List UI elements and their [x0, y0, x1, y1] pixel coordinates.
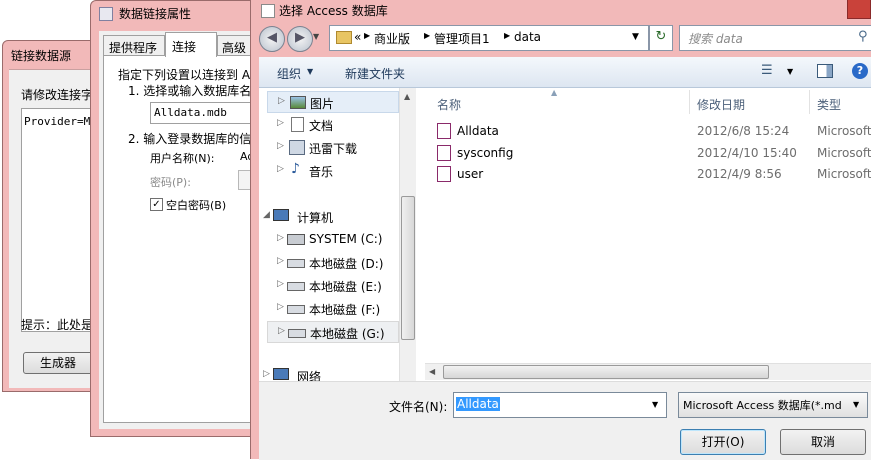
file-type-select[interactable]: Microsoft Access 数据库(*.md ▼: [678, 392, 868, 418]
breadcrumb-separator-icon: ▶: [364, 31, 371, 40]
dialog-body: 组织 ▼ 新建文件夹 ☰ ▼ ? ▷ 图片 ▷ 文档 ▷ 迅雷下载 ▷ ♪ 音乐…: [259, 57, 871, 460]
breadcrumb-item[interactable]: 管理项目1: [434, 30, 490, 47]
documents-icon: [291, 117, 304, 132]
dialog-footer: 文件名(N): Alldata ▼ Microsoft Access 数据库(*…: [259, 381, 871, 460]
preview-pane-icon[interactable]: [817, 64, 833, 78]
filename-dropdown-icon[interactable]: ▼: [652, 400, 658, 409]
column-header-date[interactable]: 修改日期: [691, 90, 810, 114]
drive-icon: [288, 329, 306, 338]
file-row[interactable]: Alldata 2012/6/8 15:24 Microsoft: [437, 121, 871, 141]
sort-indicator-icon: ▲: [551, 88, 558, 97]
network-icon: [273, 368, 289, 380]
window-title: 选择 Access 数据库: [279, 4, 388, 18]
open-button[interactable]: 打开(O): [680, 429, 766, 455]
nav-item-drive-f[interactable]: ▷ 本地磁盘 (F:): [267, 298, 407, 318]
scroll-up-icon[interactable]: ▲: [404, 92, 410, 101]
new-folder-button[interactable]: 新建文件夹: [345, 65, 405, 82]
file-open-dialog: 选择 Access 数据库 ◀ ▶ ▼ « ▶ 商业版 ▶ 管理项目1 ▶ da…: [250, 0, 871, 460]
system-drive-icon: [287, 234, 305, 245]
window-title: 数据链接属性: [119, 7, 192, 21]
view-dropdown-icon[interactable]: ▼: [787, 67, 793, 76]
organize-dropdown-icon: ▼: [307, 67, 314, 76]
back-button[interactable]: ◀: [259, 26, 285, 52]
file-row[interactable]: user 2012/4/9 8:56 Microsoft: [437, 164, 871, 184]
nav-item-music[interactable]: ▷ ♪ 音乐: [267, 160, 407, 180]
horizontal-scrollbar[interactable]: ◀: [425, 363, 871, 380]
file-row[interactable]: sysconfig 2012/4/10 15:40 Microsoft: [437, 143, 871, 163]
instruction-text: 指定下列设置以连接到 A: [118, 68, 251, 82]
column-header-name[interactable]: 名称 ▲: [421, 88, 690, 114]
breadcrumb-item[interactable]: 商业版: [374, 30, 410, 47]
folder-icon: [336, 31, 352, 44]
breadcrumb-item[interactable]: data: [514, 30, 541, 44]
close-button[interactable]: [847, 0, 871, 19]
organize-menu[interactable]: 组织: [277, 65, 301, 82]
breadcrumb-separator-icon: ▶: [504, 31, 511, 40]
address-bar[interactable]: « ▶ 商业版 ▶ 管理项目1 ▶ data ▼: [329, 25, 649, 51]
password-label: 密码(P):: [150, 176, 191, 189]
address-dropdown-icon[interactable]: ▼: [632, 32, 639, 42]
nav-item-downloads[interactable]: ▷ 迅雷下载: [267, 137, 407, 157]
step2-text: 2. 输入登录数据库的信: [128, 132, 252, 146]
nav-item-drive-e[interactable]: ▷ 本地磁盘 (E:): [267, 275, 407, 295]
search-input[interactable]: 搜索 data: [688, 30, 743, 47]
blank-password-label: 空白密码(B): [166, 199, 227, 212]
tab-connection[interactable]: 连接: [165, 32, 217, 57]
refresh-button[interactable]: ↻: [649, 25, 673, 51]
nav-item-computer[interactable]: ◢ 计算机: [259, 206, 399, 226]
scrollbar-thumb[interactable]: [443, 365, 769, 379]
recent-dropdown-icon[interactable]: ▼: [313, 32, 319, 41]
tab-provider[interactable]: 提供程序: [103, 35, 165, 56]
command-bar: 组织 ▼ 新建文件夹 ☰ ▼ ?: [259, 57, 871, 88]
hint-text: 提示：此处是: [21, 318, 94, 332]
help-icon[interactable]: ?: [852, 63, 868, 79]
drive-icon: [287, 282, 305, 291]
client-area: 提供程序 连接 高级 指定下列设置以连接到 A 1. 选择或输入数据库名 All…: [99, 31, 280, 429]
window-title: 链接数据源: [11, 49, 72, 63]
filename-input[interactable]: Alldata ▼: [453, 392, 667, 418]
cancel-button[interactable]: 取消: [780, 429, 866, 455]
prompt-text: 请修改连接字: [21, 88, 94, 102]
database-name-input[interactable]: Alldata.mdb: [150, 102, 262, 124]
scrollbar-thumb[interactable]: [401, 196, 415, 340]
search-icon: ⚲: [858, 29, 868, 44]
drive-icon: [287, 259, 305, 268]
username-label: 用户名称(N):: [150, 152, 215, 165]
nav-item-documents[interactable]: ▷ 文档: [267, 114, 407, 134]
access-file-icon: [437, 145, 451, 161]
column-header-type[interactable]: 类型: [811, 90, 871, 114]
pictures-icon: [290, 96, 306, 109]
window-icon: [99, 7, 113, 21]
navigation-scrollbar[interactable]: ▲ ▼: [399, 88, 416, 393]
scroll-left-icon[interactable]: ◀: [429, 367, 435, 376]
music-icon: ♪: [291, 161, 300, 177]
search-box[interactable]: 搜索 data ⚲: [679, 25, 871, 51]
nav-item-drive-d[interactable]: ▷ 本地磁盘 (D:): [267, 252, 407, 272]
data-link-properties-window: 数据链接属性 提供程序 连接 高级 指定下列设置以连接到 A 1. 选择或输入数…: [90, 0, 280, 437]
connection-string-text: Provider=Mi: [24, 115, 97, 128]
view-options-icon[interactable]: ☰: [761, 63, 773, 78]
access-file-icon: [437, 123, 451, 139]
filename-label: 文件名(N):: [389, 400, 448, 414]
drive-icon: [287, 305, 305, 314]
generator-button[interactable]: 生成器: [23, 352, 93, 374]
computer-icon: [273, 209, 289, 221]
nav-item-pictures[interactable]: ▷ 图片: [267, 91, 399, 113]
breadcrumb-overflow[interactable]: «: [354, 30, 361, 44]
window-icon: [261, 4, 275, 18]
nav-item-drive-g[interactable]: ▷ 本地磁盘 (G:): [267, 321, 399, 343]
forward-button[interactable]: ▶: [287, 26, 313, 52]
navigation-pane: ▷ 图片 ▷ 文档 ▷ 迅雷下载 ▷ ♪ 音乐 ◢ 计算机 ▷ SYSTEM (…: [259, 88, 417, 393]
download-icon: [289, 140, 305, 155]
nav-item-drive-c[interactable]: ▷ SYSTEM (C:): [267, 229, 407, 249]
access-file-icon: [437, 166, 451, 182]
blank-password-checkbox[interactable]: ✓: [150, 198, 163, 211]
step1-text: 1. 选择或输入数据库名: [128, 84, 252, 98]
file-type-dropdown-icon: ▼: [853, 400, 860, 409]
breadcrumb-separator-icon: ▶: [424, 31, 431, 40]
